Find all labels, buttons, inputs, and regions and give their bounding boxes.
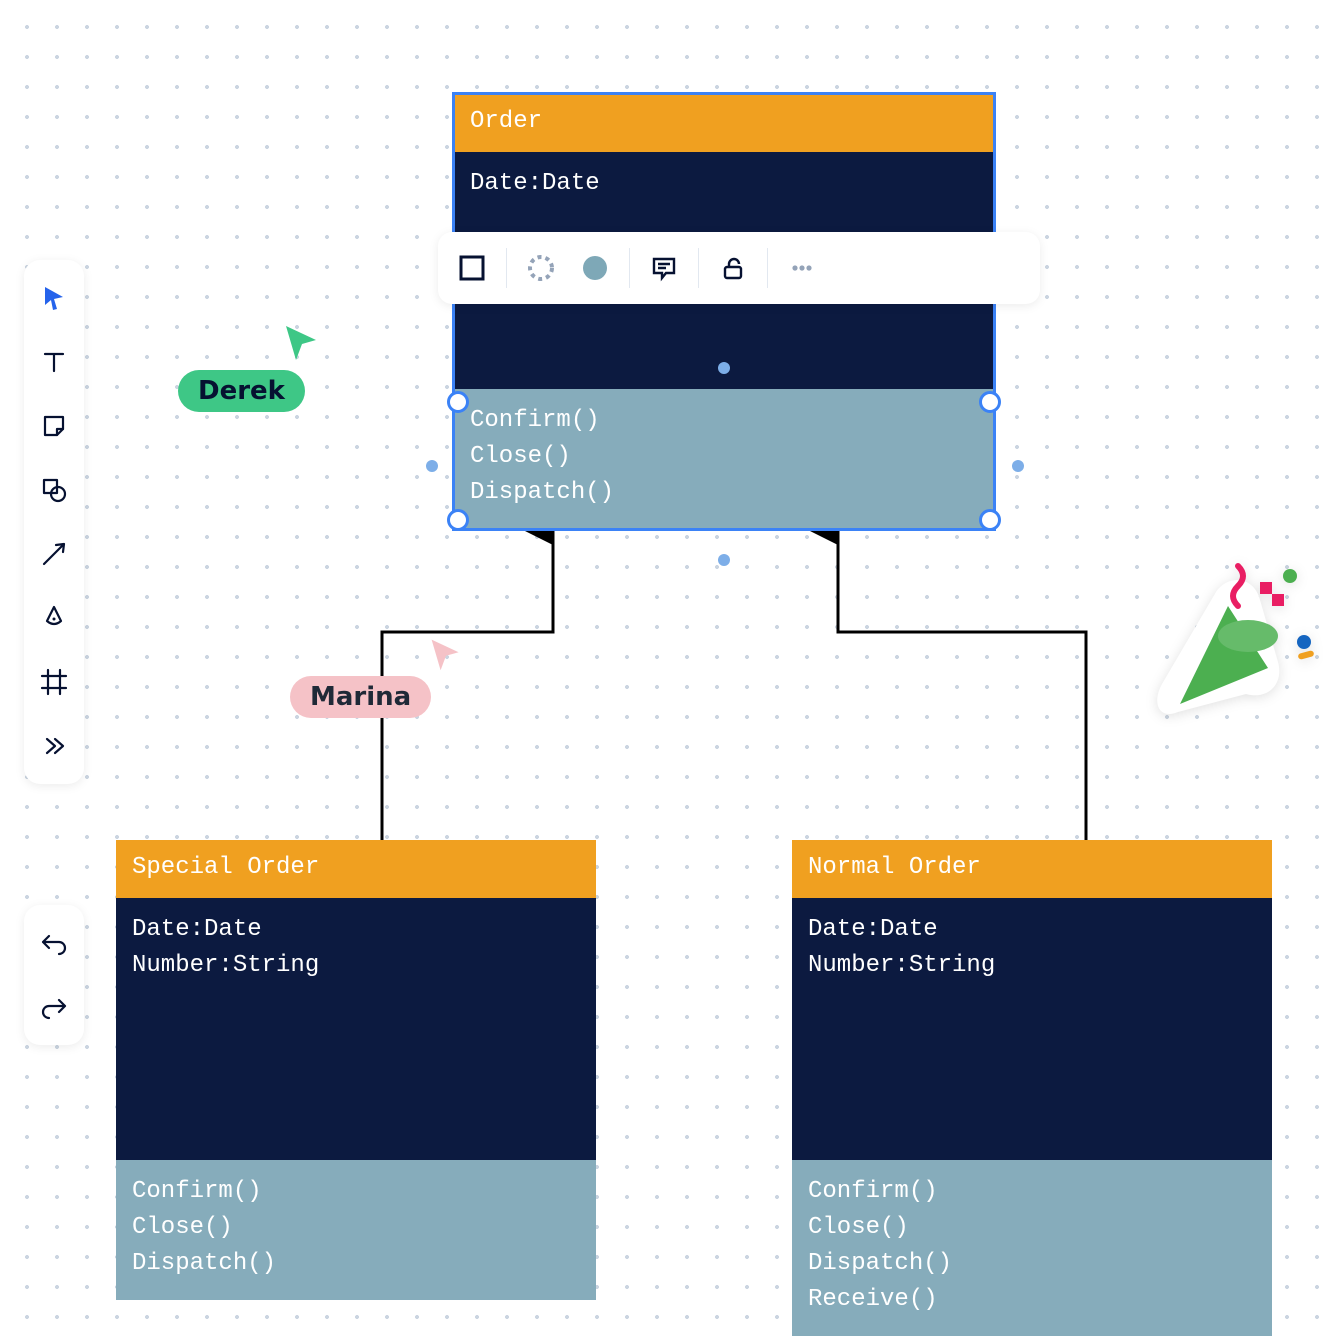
lock-unlocked-button[interactable] — [713, 248, 753, 288]
class-normal-op-0: Confirm() — [808, 1174, 1256, 1210]
class-special-title: Special Order — [116, 840, 596, 898]
select-tool[interactable] — [32, 276, 76, 320]
class-special-op-1: Close() — [132, 1210, 580, 1246]
undo-button[interactable] — [32, 921, 76, 965]
cursor-derek-icon — [282, 322, 322, 362]
class-normal-attr-0: Date:Date — [808, 912, 1256, 948]
class-special-op-2: Dispatch() — [132, 1246, 580, 1282]
frame-tool[interactable] — [32, 660, 76, 704]
selection-handle[interactable] — [447, 391, 469, 413]
separator — [767, 248, 768, 288]
selection-handle[interactable] — [979, 509, 1001, 531]
class-special-attributes: Date:Date Number:String — [116, 898, 596, 1160]
selection-mid-top[interactable] — [718, 362, 730, 374]
class-normal-op-3: Receive() — [808, 1282, 1256, 1318]
class-special-op-0: Confirm() — [132, 1174, 580, 1210]
cursor-marina-label: Marina — [290, 676, 431, 718]
more-tools[interactable] — [32, 724, 76, 768]
class-order-attr-0: Date:Date — [470, 166, 978, 202]
cursor-marina-icon — [428, 636, 464, 672]
connector-normal-to-order[interactable] — [838, 530, 1086, 840]
cursor-derek-name: Derek — [198, 376, 285, 406]
separator — [506, 248, 507, 288]
shape-tool[interactable] — [32, 468, 76, 512]
comment-button[interactable] — [644, 248, 684, 288]
selection-handle[interactable] — [979, 391, 1001, 413]
class-special-operations: Confirm() Close() Dispatch() — [116, 1160, 596, 1300]
separator — [698, 248, 699, 288]
selection-mid-left[interactable] — [426, 460, 438, 472]
selection-mid-bottom[interactable] — [718, 554, 730, 566]
class-special-attr-0: Date:Date — [132, 912, 580, 948]
more-button[interactable] — [782, 248, 822, 288]
pen-tool[interactable] — [32, 596, 76, 640]
format-toolbar[interactable] — [438, 232, 1040, 304]
history-panel — [24, 905, 84, 1045]
redo-button[interactable] — [32, 985, 76, 1029]
stroke-style-button[interactable] — [521, 248, 561, 288]
class-normal-operations: Confirm() Close() Dispatch() Receive() — [792, 1160, 1272, 1336]
selection-mid-right[interactable] — [1012, 460, 1024, 472]
class-order[interactable]: Order Date:Date Confirm() Close() Dispat… — [454, 94, 994, 529]
sticky-note-tool[interactable] — [32, 404, 76, 448]
class-order-op-2: Dispatch() — [470, 475, 978, 511]
cursor-marina-name: Marina — [310, 682, 411, 712]
party-popper-sticker[interactable] — [1148, 552, 1318, 722]
fill-color-swatch[interactable] — [575, 248, 615, 288]
class-normal-title: Normal Order — [792, 840, 1272, 898]
selection-handle[interactable] — [447, 509, 469, 531]
class-special[interactable]: Special Order Date:Date Number:String Co… — [116, 840, 596, 1300]
class-order-op-0: Confirm() — [470, 403, 978, 439]
class-order-title: Order — [454, 94, 994, 152]
cursor-derek-label: Derek — [178, 370, 305, 412]
class-normal-attributes: Date:Date Number:String — [792, 898, 1272, 1160]
class-order-operations: Confirm() Close() Dispatch() — [454, 389, 994, 529]
arrow-tool[interactable] — [32, 532, 76, 576]
class-normal-op-2: Dispatch() — [808, 1246, 1256, 1282]
separator — [629, 248, 630, 288]
class-normal-op-1: Close() — [808, 1210, 1256, 1246]
text-tool[interactable] — [32, 340, 76, 384]
outline-style-button[interactable] — [452, 248, 492, 288]
class-special-attr-1: Number:String — [132, 948, 580, 984]
class-normal-attr-1: Number:String — [808, 948, 1256, 984]
class-normal[interactable]: Normal Order Date:Date Number:String Con… — [792, 840, 1272, 1336]
class-order-op-1: Close() — [470, 439, 978, 475]
tools-panel — [24, 260, 84, 784]
